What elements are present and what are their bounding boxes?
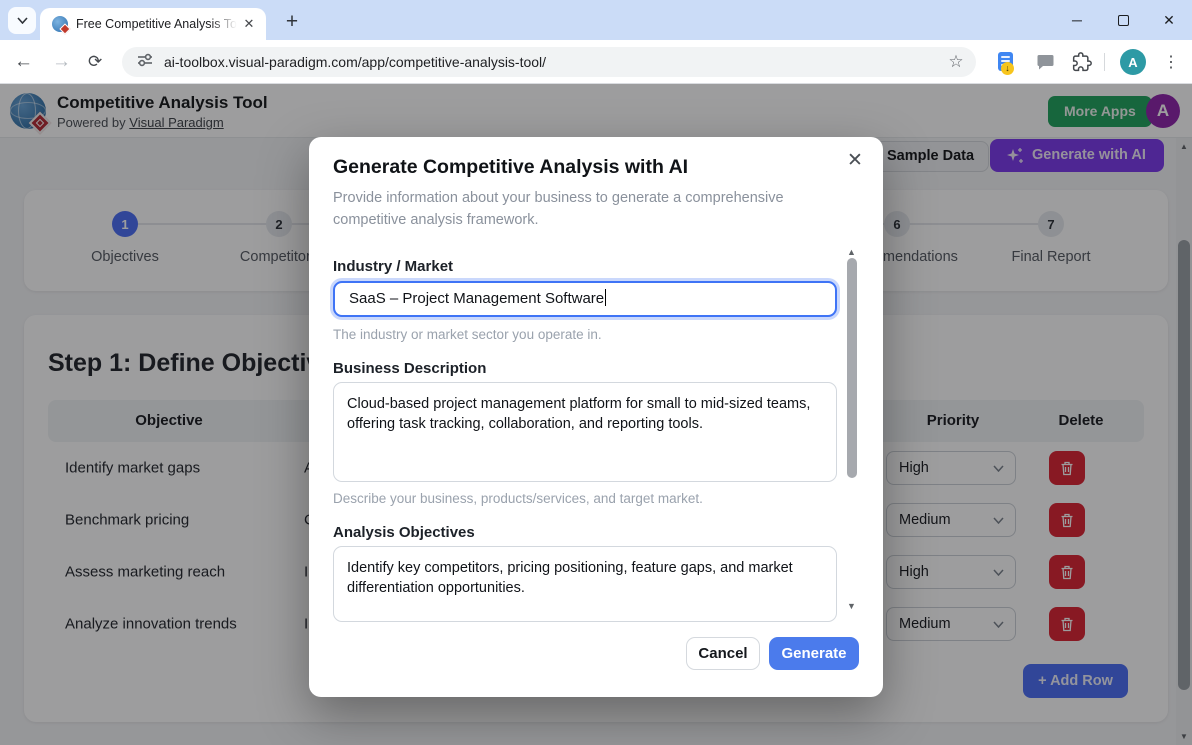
generate-button[interactable]: Generate — [769, 637, 859, 670]
text-caret — [605, 289, 606, 306]
bookmark-star-icon[interactable]: ☆ — [946, 52, 966, 72]
page-content: Competitive Analysis Tool Powered by Vis… — [0, 84, 1192, 745]
browser-toolbar: ← → ⟳ ai-toolbox.visual-paradigm.com/app… — [0, 40, 1192, 84]
browser-tab[interactable]: Free Competitive Analysis Tool E ✕ — [40, 8, 266, 40]
minimize-button[interactable]: ─ — [1054, 0, 1100, 40]
browser-menu-icon[interactable]: ⋮ — [1163, 52, 1179, 72]
modal-close-icon[interactable]: ✕ — [843, 149, 867, 173]
address-bar[interactable]: ai-toolbox.visual-paradigm.com/app/compe… — [122, 47, 976, 77]
browser-titlebar: Free Competitive Analysis Tool E ✕ + ─ ✕ — [0, 0, 1192, 40]
toolbar-divider — [1104, 53, 1105, 71]
objectives-label: Analysis Objectives — [333, 524, 475, 541]
maximize-button[interactable] — [1100, 0, 1146, 40]
forward-icon[interactable]: → — [52, 51, 71, 73]
reading-list-extension-icon[interactable]: ↓ — [998, 52, 1013, 71]
analysis-objectives-textarea[interactable]: Identify key competitors, pricing positi… — [333, 546, 837, 622]
modal-title: Generate Competitive Analysis with AI — [333, 156, 688, 179]
generate-ai-modal: ✕ Generate Competitive Analysis with AI … — [309, 137, 883, 697]
url-text[interactable]: ai-toolbox.visual-paradigm.com/app/compe… — [164, 54, 946, 70]
industry-label: Industry / Market — [333, 258, 453, 275]
back-icon[interactable]: ← — [14, 51, 33, 73]
site-settings-icon[interactable] — [136, 51, 154, 74]
comment-extension-icon[interactable] — [1037, 54, 1054, 75]
close-button[interactable]: ✕ — [1146, 0, 1192, 40]
scroll-up-icon[interactable]: ▲ — [847, 247, 856, 257]
reload-icon[interactable]: ⟳ — [88, 52, 102, 72]
browser-window: Free Competitive Analysis Tool E ✕ + ─ ✕… — [0, 0, 1192, 745]
business-label: Business Description — [333, 360, 486, 377]
scrollbar-thumb[interactable] — [847, 258, 857, 478]
extensions-puzzle-icon[interactable] — [1072, 52, 1092, 77]
business-description-textarea[interactable]: Cloud-based project management platform … — [333, 382, 837, 482]
tab-close-icon[interactable]: ✕ — [240, 15, 258, 33]
new-tab-button[interactable]: + — [278, 9, 306, 35]
browser-profile-avatar[interactable]: A — [1120, 49, 1146, 75]
industry-help: The industry or market sector you operat… — [333, 327, 602, 342]
industry-input[interactable]: SaaS – Project Management Software — [333, 281, 837, 317]
cancel-button[interactable]: Cancel — [686, 637, 760, 670]
business-help: Describe your business, products/service… — [333, 491, 703, 506]
tab-title: Free Competitive Analysis Tool E — [76, 17, 240, 31]
modal-subtitle: Provide information about your business … — [333, 187, 847, 232]
scroll-down-icon[interactable]: ▼ — [847, 601, 856, 611]
tab-search-chevron-icon[interactable] — [8, 7, 36, 34]
site-favicon-icon — [52, 16, 68, 32]
